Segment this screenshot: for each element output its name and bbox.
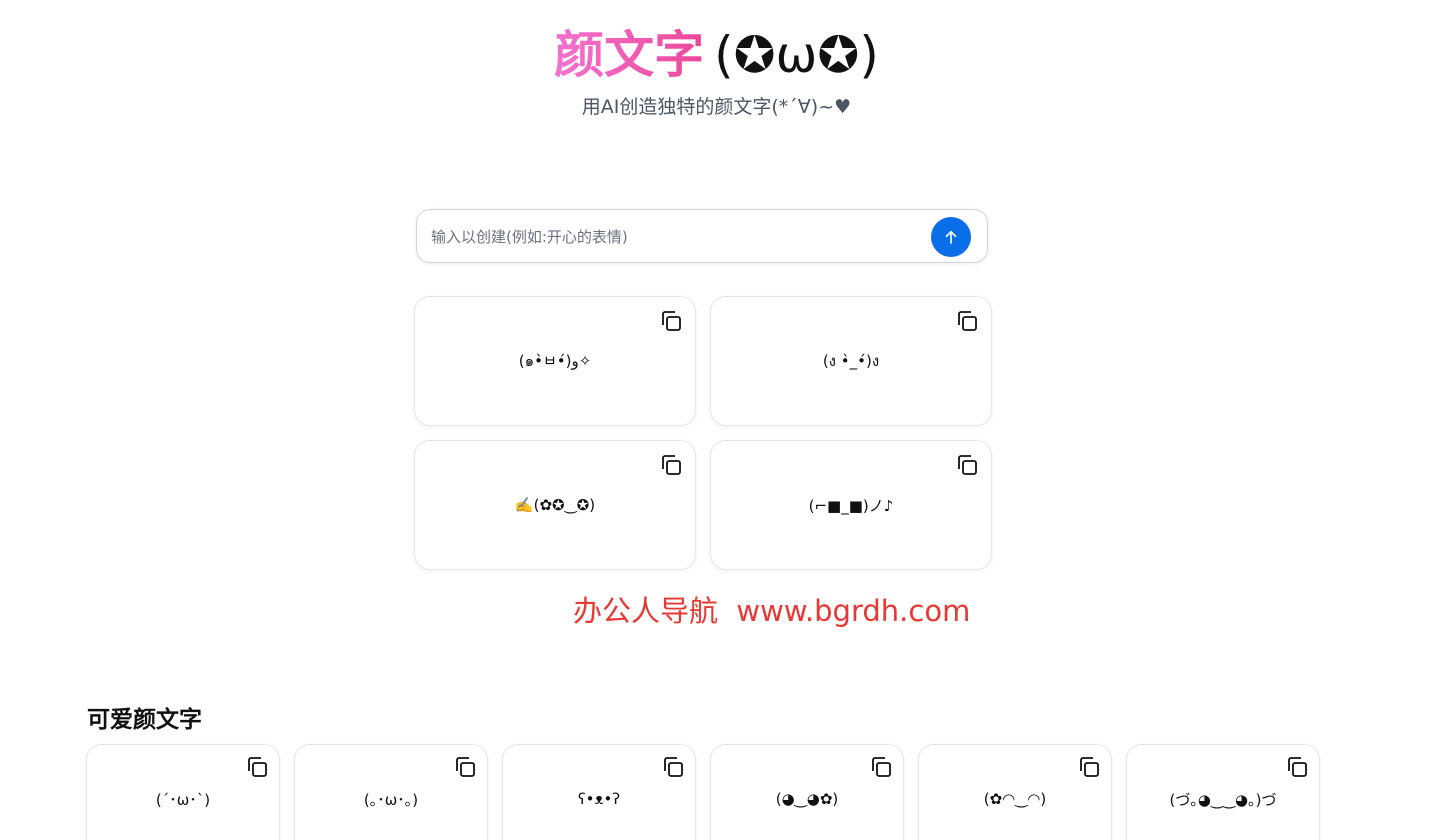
copy-icon: [1080, 757, 1099, 777]
copy-icon: [662, 311, 681, 331]
copy-icon: [456, 757, 475, 777]
cute-kaomoji-card[interactable]: ʕ•ᴥ•ʔ: [502, 744, 696, 840]
copy-button[interactable]: [661, 755, 685, 779]
copy-button[interactable]: [659, 453, 683, 477]
kaomoji-text: (ง •̀_•́)ง: [822, 352, 880, 370]
cute-kaomoji-card[interactable]: (づ｡◕‿‿◕｡)づ: [1126, 744, 1320, 840]
copy-button[interactable]: [955, 309, 979, 333]
copy-icon: [872, 757, 891, 777]
copy-button[interactable]: [955, 453, 979, 477]
header: 颜文字 (✪ω✪) 用AI创造独特的颜文字(*´∀)~♥: [0, 24, 1433, 119]
copy-button[interactable]: [659, 309, 683, 333]
result-card[interactable]: (๑•̀ㅂ•́)و✧: [414, 296, 696, 426]
kaomoji-text: ✍️(✿✪‿✪): [514, 496, 596, 514]
copy-button[interactable]: [453, 755, 477, 779]
copy-icon: [958, 311, 977, 331]
copy-icon: [664, 757, 683, 777]
kaomoji-text: (๑•̀ㅂ•́)و✧: [518, 352, 592, 370]
title-kaomoji: (✪ω✪): [714, 26, 879, 84]
cute-kaomoji-card[interactable]: (´･ω･`): [86, 744, 280, 840]
cute-kaomoji-card[interactable]: (｡･ω･｡): [294, 744, 488, 840]
copy-icon: [1288, 757, 1307, 777]
copy-button[interactable]: [869, 755, 893, 779]
copy-button[interactable]: [245, 755, 269, 779]
page-title: 颜文字 (✪ω✪): [0, 24, 1433, 86]
arrow-up-icon: [945, 230, 957, 244]
copy-icon: [662, 455, 681, 475]
cute-kaomoji-card[interactable]: (✿◠‿◠): [918, 744, 1112, 840]
copy-icon: [958, 455, 977, 475]
cute-kaomoji-card[interactable]: (◕‿◕✿): [710, 744, 904, 840]
kaomoji-text: (⌐■_■)ノ♪: [808, 496, 894, 515]
title-text: 颜文字: [554, 26, 705, 84]
watermark-text: 办公人导航 www.bgrdh.com: [573, 594, 971, 628]
kaomoji-generator-page: 颜文字(✪ω✪) 用AI创造独特的颜文字(*´∀)~♥ (๑•̀ㅂ•́)و✧ (…: [0, 0, 1433, 840]
page-subtitle: 用AI创造独特的颜文字(*´∀)~♥: [581, 96, 852, 118]
prompt-input[interactable]: [429, 210, 933, 264]
copy-button[interactable]: [1285, 755, 1309, 779]
copy-icon: [248, 757, 267, 777]
copy-button[interactable]: [1077, 755, 1101, 779]
result-card[interactable]: (⌐■_■)ノ♪: [710, 440, 992, 570]
section-title-cute: 可爱颜文字: [87, 707, 202, 733]
generate-button[interactable]: [931, 217, 971, 257]
result-card[interactable]: (ง •̀_•́)ง: [710, 296, 992, 426]
result-card[interactable]: ✍️(✿✪‿✪): [414, 440, 696, 570]
search-bar: [416, 209, 988, 264]
